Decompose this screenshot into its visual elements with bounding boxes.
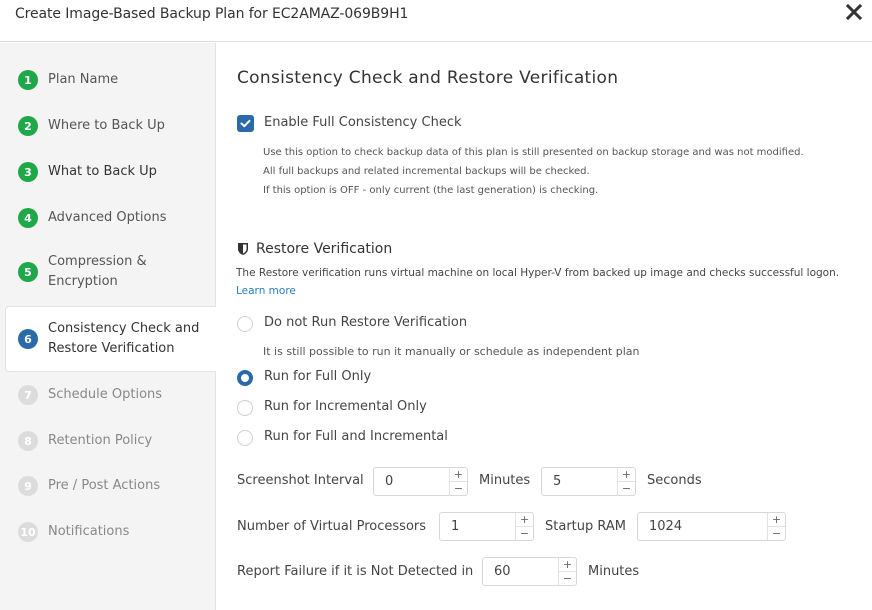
radio-label[interactable]: Run for Full and Incremental [264, 429, 448, 444]
step-pre-post-actions[interactable]: 9 Pre / Post Actions [5, 476, 216, 496]
consistency-description: Use this option to check backup data of … [263, 147, 804, 158]
increment-button[interactable]: + [618, 468, 635, 482]
screenshot-minutes-stepper[interactable]: 0 + − [373, 467, 468, 496]
learn-more-link[interactable]: Learn more [236, 285, 296, 297]
report-failure-label: Report Failure if it is Not Detected in [237, 564, 474, 579]
processors-stepper[interactable]: 1 + − [439, 512, 534, 541]
step-what-to-back-up[interactable]: 3 What to Back Up [5, 162, 216, 182]
step-where-to-back-up[interactable]: 2 Where to Back Up [5, 116, 216, 136]
dialog-title: Create Image-Based Backup Plan for EC2AM… [15, 6, 409, 22]
minutes-label: Minutes [479, 473, 531, 488]
step-label: Retention Policy [48, 433, 153, 448]
increment-button[interactable]: + [559, 558, 576, 572]
step-plan-name[interactable]: 1 Plan Name [5, 70, 216, 90]
step-label: Consistency Check and Restore Verificati… [48, 321, 200, 356]
decrement-button[interactable]: − [768, 527, 785, 540]
decrement-button[interactable]: − [618, 482, 635, 495]
step-label: Notifications [48, 524, 130, 539]
step-number: 4 [18, 208, 38, 228]
step-label: Schedule Options [48, 387, 163, 402]
seconds-label: Seconds [647, 473, 702, 488]
restore-verification-title: Restore Verification [256, 241, 393, 257]
step-compression-encryption[interactable]: 5 Compression & Encryption [5, 252, 216, 292]
step-number: 1 [18, 70, 38, 90]
increment-button[interactable]: + [450, 468, 467, 482]
step-schedule-options[interactable]: 7 Schedule Options [5, 385, 216, 405]
report-failure-value[interactable]: 60 [483, 558, 558, 585]
processors-value[interactable]: 1 [440, 513, 515, 540]
restore-verification-heading: Restore Verification [237, 241, 392, 257]
consistency-description: If this option is OFF - only current (th… [263, 185, 599, 196]
step-label: Pre / Post Actions [48, 478, 161, 493]
radio-label[interactable]: Run for Incremental Only [264, 399, 427, 414]
step-number: 10 [18, 522, 38, 542]
screenshot-interval-label: Screenshot Interval [237, 473, 364, 488]
step-retention-policy[interactable]: 8 Retention Policy [5, 431, 216, 451]
step-number: 7 [18, 385, 38, 405]
step-consistency-check[interactable]: 6 Consistency Check and Restore Verifica… [5, 306, 216, 372]
close-button[interactable] [845, 3, 865, 23]
startup-ram-label: Startup RAM [545, 519, 626, 534]
decrement-button[interactable]: − [559, 572, 576, 585]
step-label: Compression & Encryption [48, 254, 147, 289]
page-title: Consistency Check and Restore Verificati… [237, 68, 619, 88]
radio-do-not-run[interactable] [237, 316, 253, 332]
step-notifications[interactable]: 10 Notifications [5, 522, 216, 542]
startup-ram-stepper[interactable]: 1024 + − [637, 512, 786, 541]
step-label: Advanced Options [48, 210, 167, 225]
step-label: Where to Back Up [48, 118, 165, 133]
increment-button[interactable]: + [768, 513, 785, 527]
radio-label[interactable]: Do not Run Restore Verification [264, 315, 467, 330]
processors-label: Number of Virtual Processors [237, 519, 427, 534]
increment-button[interactable]: + [516, 513, 533, 527]
screenshot-seconds-stepper[interactable]: 5 + − [541, 467, 636, 496]
step-number: 3 [18, 162, 38, 182]
main-content: Consistency Check and Restore Verificati… [216, 43, 872, 610]
step-number: 2 [18, 116, 38, 136]
close-x-icon [845, 3, 863, 21]
radio-run-full-and-incremental[interactable] [237, 430, 253, 446]
enable-consistency-check-label[interactable]: Enable Full Consistency Check [264, 115, 462, 130]
step-number: 6 [18, 329, 38, 349]
report-failure-stepper[interactable]: 60 + − [482, 557, 577, 586]
report-minutes-label: Minutes [588, 564, 640, 579]
radio-run-incremental-only[interactable] [237, 400, 253, 416]
screenshot-seconds-value[interactable]: 5 [542, 468, 617, 495]
radio-label[interactable]: Run for Full Only [264, 369, 371, 384]
radio-note: It is still possible to run it manually … [263, 345, 640, 358]
step-label: Plan Name [48, 72, 119, 87]
step-number: 8 [18, 431, 38, 451]
screenshot-minutes-value[interactable]: 0 [374, 468, 449, 495]
checkmark-icon [240, 119, 251, 128]
restore-verification-description: The Restore verification runs virtual ma… [236, 267, 840, 279]
wizard-steps-sidebar: 1 Plan Name 2 Where to Back Up 3 What to… [0, 43, 216, 610]
enable-consistency-check-checkbox[interactable] [237, 115, 254, 132]
decrement-button[interactable]: − [450, 482, 467, 495]
step-number: 9 [18, 476, 38, 496]
consistency-description: All full backups and related incremental… [263, 166, 590, 177]
startup-ram-value[interactable]: 1024 [638, 513, 767, 540]
step-label: What to Back Up [48, 164, 157, 179]
dialog-header: Create Image-Based Backup Plan for EC2AM… [0, 0, 872, 42]
step-advanced-options[interactable]: 4 Advanced Options [5, 208, 216, 228]
shield-icon [238, 243, 248, 255]
decrement-button[interactable]: − [516, 527, 533, 540]
step-number: 5 [18, 262, 38, 282]
radio-run-full-only[interactable] [237, 370, 253, 386]
